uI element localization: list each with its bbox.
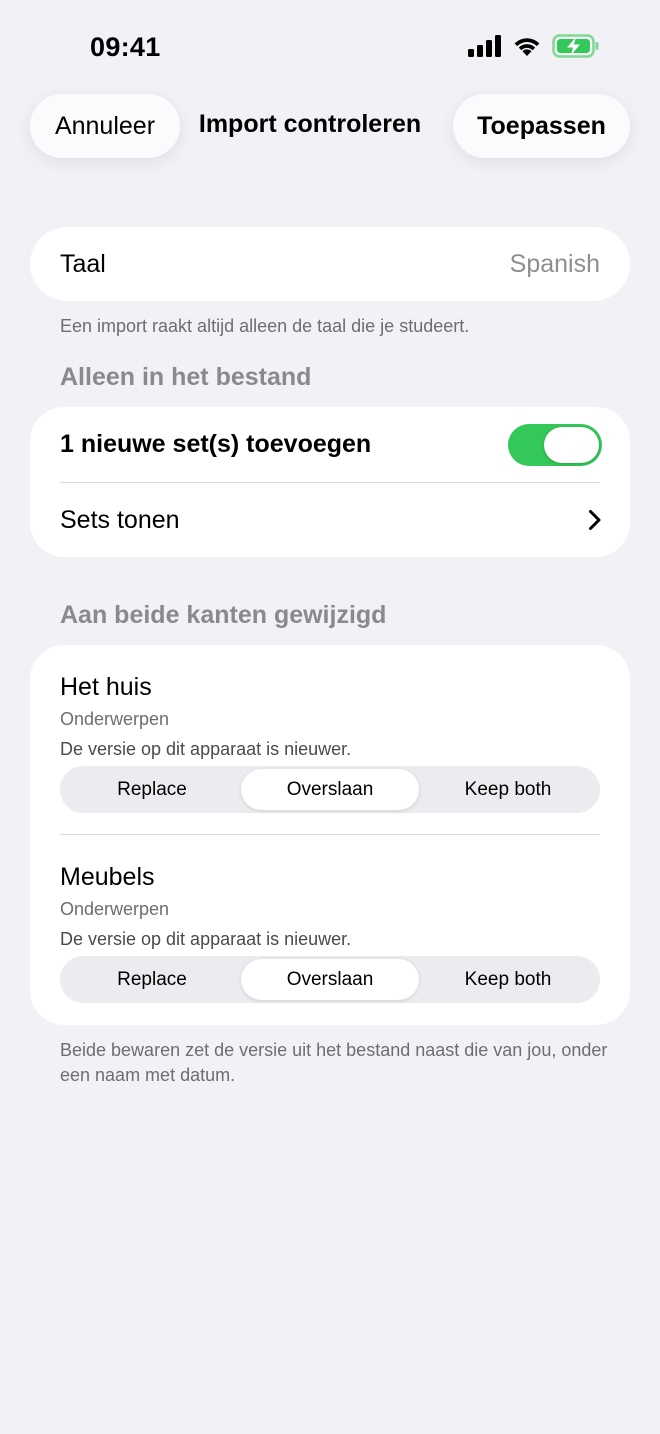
cancel-button[interactable]: Annuleer: [30, 94, 180, 158]
status-icons: [468, 34, 600, 58]
chevron-right-icon: [589, 510, 601, 530]
cellular-signal-icon: [468, 35, 501, 57]
conflicts-footnote: Beide bewaren zet de versie uit het best…: [60, 1040, 608, 1085]
show-sets-label: Sets tonen: [60, 505, 180, 534]
conflict-type: Onderwerpen: [60, 709, 170, 729]
add-sets-label: 1 nieuwe set(s) toevoegen: [60, 430, 372, 458]
apply-button[interactable]: Toepassen: [453, 94, 630, 158]
option-skip[interactable]: Overslaan: [241, 959, 419, 1000]
section-header-conflicts: Aan beide kanten gewijzigd: [60, 601, 387, 629]
status-time: 09:41: [90, 32, 161, 62]
conflict-title: Het huis: [60, 673, 152, 701]
language-footnote: Een import raakt altijd alleen de taal d…: [60, 316, 470, 336]
conflicts-card: Het huis Onderwerpen De versie op dit ap…: [30, 645, 630, 1025]
file-only-card: 1 nieuwe set(s) toevoegen Sets tonen: [30, 407, 630, 557]
page-title: Import controleren: [198, 110, 422, 138]
option-skip[interactable]: Overslaan: [241, 769, 419, 810]
add-sets-row: 1 nieuwe set(s) toevoegen: [60, 407, 602, 482]
conflict-title: Meubels: [60, 863, 155, 891]
add-sets-toggle[interactable]: [508, 423, 602, 466]
conflict-type: Onderwerpen: [60, 899, 170, 919]
resolution-segmented-control: Replace Overslaan Keep both: [60, 956, 600, 1003]
language-value: Spanish: [509, 249, 600, 278]
toggle-knob: [544, 426, 599, 463]
option-replace[interactable]: Replace: [63, 769, 241, 810]
show-sets-row[interactable]: Sets tonen: [60, 483, 602, 557]
divider: [60, 834, 600, 835]
option-keep-both[interactable]: Keep both: [419, 959, 597, 1000]
status-bar: 09:41: [0, 0, 660, 96]
option-replace[interactable]: Replace: [63, 959, 241, 1000]
resolution-segmented-control: Replace Overslaan Keep both: [60, 766, 600, 813]
battery-charging-icon: [552, 34, 599, 58]
conflict-note: De versie op dit apparaat is nieuwer.: [60, 739, 352, 759]
language-row: Taal Spanish: [30, 227, 630, 301]
section-header-file-only: Alleen in het bestand: [60, 363, 312, 391]
option-keep-both[interactable]: Keep both: [419, 769, 597, 810]
conflict-note: De versie op dit apparaat is nieuwer.: [60, 929, 352, 949]
language-label: Taal: [60, 249, 106, 278]
wifi-icon: [514, 38, 540, 56]
